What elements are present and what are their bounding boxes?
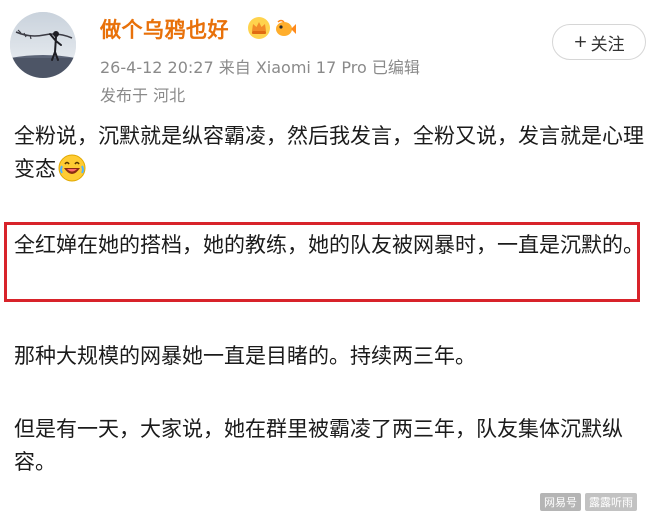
- laughing-emoji-icon: [58, 154, 86, 182]
- watermark-source: 网易号: [540, 493, 581, 511]
- paragraph-3-text: 那种大规模的网暴她一直是目睹的。持续两三年。: [14, 344, 476, 368]
- post-header: 做个乌鸦也好 26-4-12 20:27 来自 Xiaomi 17 Pro 已编…: [0, 0, 660, 110]
- follow-button[interactable]: + 关注: [552, 24, 646, 60]
- crown-icon: [248, 17, 270, 39]
- paragraph-1-text: 全粉说，沉默就是纵容霸凌，然后我发言，全粉又说，发言就是心理变态: [14, 124, 644, 181]
- post-paragraph-2: 全红婵在她的搭档，她的教练，她的队友被网暴时，一直是沉默的。: [14, 229, 644, 262]
- avatar-image: [10, 12, 76, 78]
- watermark-author: 露露听雨: [585, 493, 637, 511]
- post-location: 发布于 河北: [100, 86, 186, 105]
- post-paragraph-3: 那种大规模的网暴她一直是目睹的。持续两三年。: [14, 340, 644, 373]
- username[interactable]: 做个乌鸦也好: [100, 14, 229, 44]
- watermark: 网易号 露露听雨: [540, 492, 637, 512]
- plus-icon: +: [573, 32, 588, 52]
- post-paragraph-1: 全粉说，沉默就是纵容霸凌，然后我发言，全粉又说，发言就是心理变态: [14, 120, 644, 186]
- paragraph-2-text: 全红婵在她的搭档，她的教练，她的队友被网暴时，一直是沉默的。: [14, 233, 644, 257]
- avatar[interactable]: [10, 12, 76, 78]
- post-paragraph-4: 但是有一天，大家说，她在群里被霸凌了两三年，队友集体沉默纵容。: [14, 413, 644, 479]
- paragraph-4-text: 但是有一天，大家说，她在群里被霸凌了两三年，队友集体沉默纵容。: [14, 417, 623, 474]
- fish-icon: [276, 19, 296, 36]
- follow-label: 关注: [590, 34, 625, 55]
- post-meta: 26-4-12 20:27 来自 Xiaomi 17 Pro 已编辑: [100, 58, 420, 77]
